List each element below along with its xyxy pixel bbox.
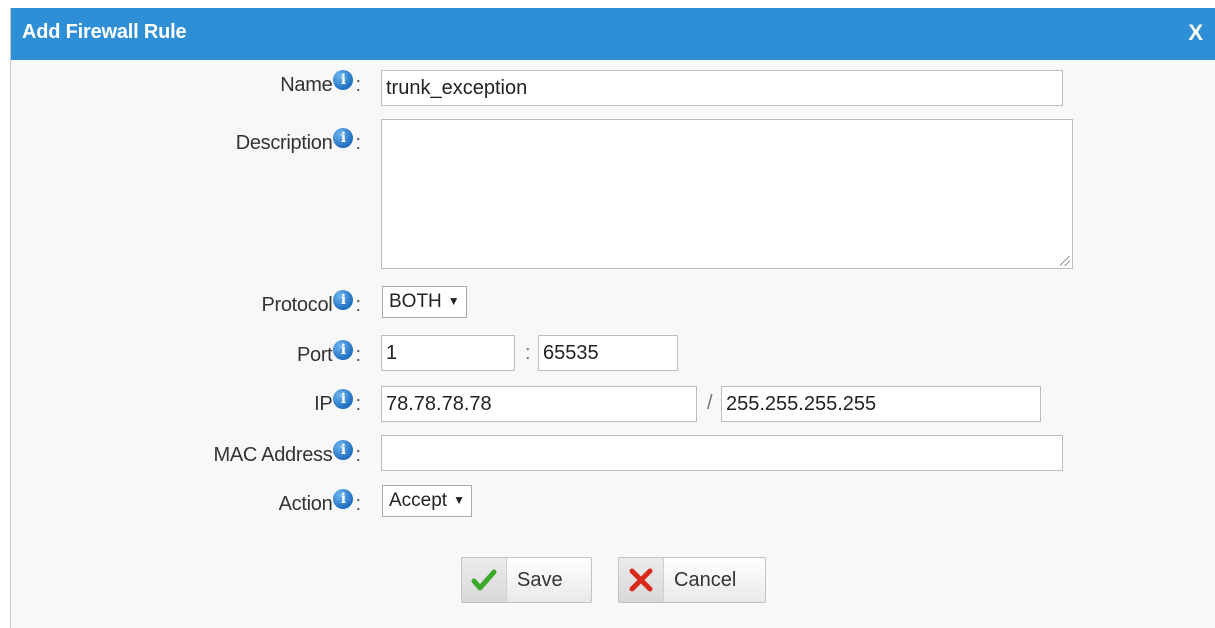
info-icon[interactable]: i (333, 289, 354, 310)
label-colon: : (355, 344, 361, 366)
port-end-input[interactable]: 65535 (538, 335, 678, 371)
ip-address-input[interactable]: 78.78.78.78 (381, 386, 697, 422)
dropdown-arrow-icon: ▼ (447, 294, 460, 308)
info-icon[interactable]: i (333, 339, 354, 360)
dialog-title: Add Firewall Rule (22, 21, 187, 43)
name-label-text: Name (280, 74, 333, 96)
checkmark-icon (471, 569, 497, 591)
ip-mask-input[interactable]: 255.255.255.255 (721, 386, 1041, 422)
port-label-text: Port (296, 344, 333, 366)
save-button[interactable]: Save (461, 557, 592, 603)
label-colon: : (355, 132, 361, 154)
cross-icon (629, 568, 653, 592)
description-label-text: Description (235, 132, 333, 154)
cancel-button-label: Cancel (674, 568, 737, 591)
protocol-label: Protocol i : (261, 289, 361, 317)
description-label: Description i : (235, 127, 361, 155)
mac-address-label: MAC Address i : (213, 439, 361, 467)
label-colon: : (355, 74, 361, 96)
protocol-selected-value: BOTH (389, 291, 442, 312)
mac-address-label-text: MAC Address (213, 444, 333, 466)
info-icon[interactable]: i (333, 439, 354, 460)
label-colon: : (355, 393, 361, 415)
checkmark-icon-box (462, 558, 507, 602)
add-firewall-rule-dialog: Add Firewall Rule X Name i : trunk_excep… (10, 8, 1215, 628)
dropdown-arrow-icon: ▼ (453, 493, 465, 507)
action-select[interactable]: Accept ▼ (382, 485, 472, 517)
info-icon[interactable]: i (333, 488, 354, 509)
protocol-label-text: Protocol (261, 294, 333, 316)
dialog-titlebar: Add Firewall Rule X (11, 8, 1215, 60)
save-button-label: Save (517, 568, 563, 591)
mac-address-input[interactable] (381, 435, 1063, 471)
port-separator: : (525, 342, 531, 364)
label-colon: : (355, 444, 361, 466)
description-textarea[interactable] (381, 119, 1073, 269)
ip-separator: / (707, 392, 713, 414)
ip-label-text: IP (314, 393, 333, 415)
label-colon: : (355, 294, 361, 316)
protocol-select[interactable]: BOTH ▼ (382, 286, 467, 318)
label-colon: : (355, 493, 361, 515)
port-start-input[interactable]: 1 (381, 335, 515, 371)
name-label: Name i : (280, 69, 361, 97)
cancel-button[interactable]: Cancel (618, 557, 766, 603)
info-icon[interactable]: i (333, 69, 354, 90)
action-selected-value: Accept (389, 490, 448, 511)
close-button[interactable]: X (1188, 20, 1203, 46)
action-label: Action i : (278, 488, 361, 516)
name-input[interactable]: trunk_exception (381, 70, 1063, 106)
ip-label: IP i : (314, 388, 361, 416)
port-label: Port i : (296, 339, 361, 367)
resize-grip-icon[interactable] (1060, 256, 1070, 266)
info-icon[interactable]: i (333, 127, 354, 148)
info-icon[interactable]: i (333, 388, 354, 409)
action-label-text: Action (278, 493, 333, 515)
cross-icon-box (619, 558, 664, 602)
